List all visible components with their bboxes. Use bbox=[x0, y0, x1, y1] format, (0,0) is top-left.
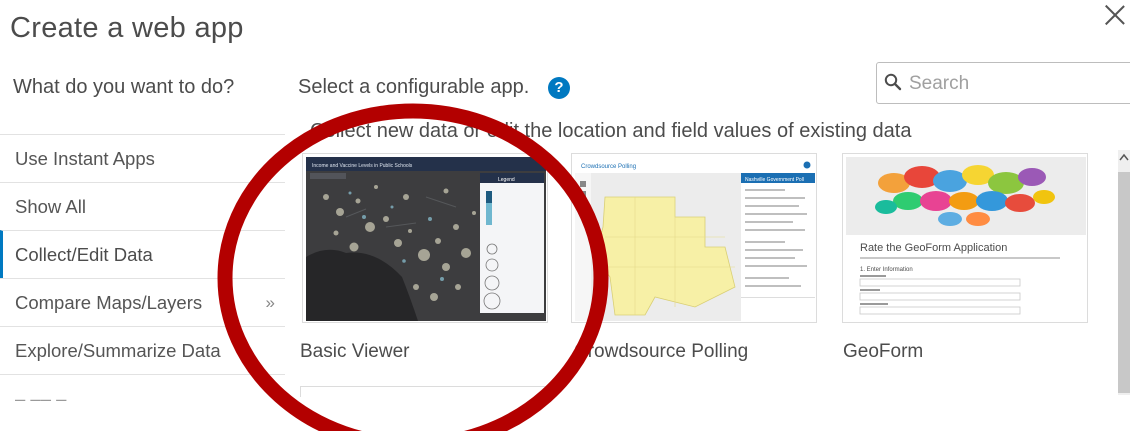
sidebar-item-explore-summarize-data[interactable]: Explore/Summarize Data bbox=[0, 326, 285, 374]
sidebar-item-use-instant-apps[interactable]: Use Instant Apps bbox=[0, 134, 285, 182]
sidebar-item-show-all[interactable]: Show All bbox=[0, 182, 285, 230]
thumb-header: Crowdsource Polling bbox=[581, 164, 636, 170]
sidebar-question: What do you want to do? bbox=[13, 76, 235, 98]
sidebar-item-compare-maps-layers[interactable]: Compare Maps/Layers » bbox=[0, 278, 285, 326]
sidebar-item-collect-edit-data[interactable]: Collect/Edit Data bbox=[0, 230, 285, 278]
thumb-step: 1. Enter Information bbox=[860, 267, 913, 273]
thumb-heading: Rate the GeoForm Application bbox=[860, 242, 1007, 254]
dialog-title: Create a web app bbox=[10, 12, 244, 44]
app-card-name: GeoForm bbox=[843, 341, 924, 362]
sidebar-item-label: Show All bbox=[15, 196, 86, 217]
thumb-panel-title: Nashville Government Poll bbox=[745, 177, 804, 183]
sidebar-item-label: Explore/Summarize Data bbox=[15, 340, 221, 361]
category-heading: Collect new data or edit the location an… bbox=[310, 120, 912, 142]
search-box[interactable] bbox=[876, 62, 1130, 104]
thumb-header: Income and Vaccine Levels in Public Scho… bbox=[312, 163, 413, 169]
scrollbar-thumb[interactable] bbox=[1118, 172, 1130, 393]
scroll-up-icon[interactable] bbox=[1119, 152, 1129, 164]
app-card-name: Basic Viewer bbox=[300, 341, 410, 362]
sidebar-item-label: ‒ ‒‒ ‒ bbox=[15, 388, 67, 409]
app-card-crowdsource-polling[interactable]: Crowdsource Polling Nashville Government… bbox=[571, 153, 817, 323]
app-card-basic-viewer[interactable]: Income and Vaccine Levels in Public Scho… bbox=[302, 153, 548, 323]
help-icon[interactable]: ? bbox=[548, 77, 570, 99]
app-card-geoform[interactable]: Rate the GeoForm Application 1. Enter In… bbox=[842, 153, 1088, 323]
sidebar-item-label: Compare Maps/Layers bbox=[15, 292, 203, 313]
chevron-right-icon: » bbox=[265, 293, 275, 312]
sidebar: Use Instant Apps Show All Collect/Edit D… bbox=[0, 134, 286, 431]
geoform-thumbnail: Rate the GeoForm Application 1. Enter In… bbox=[846, 157, 1086, 321]
crowdsource-polling-thumbnail: Crowdsource Polling Nashville Government… bbox=[575, 157, 815, 321]
app-card-partial[interactable] bbox=[300, 386, 548, 397]
close-icon[interactable] bbox=[1102, 2, 1128, 28]
search-input[interactable] bbox=[907, 69, 1130, 99]
app-card-name: Crowdsource Polling bbox=[574, 341, 749, 362]
basic-viewer-thumbnail: Income and Vaccine Levels in Public Scho… bbox=[306, 157, 546, 321]
select-app-label: Select a configurable app. bbox=[298, 76, 530, 98]
sidebar-item-label: Collect/Edit Data bbox=[15, 244, 153, 265]
thumb-legend-title: Legend bbox=[498, 177, 515, 183]
search-icon bbox=[884, 73, 902, 91]
sidebar-item-label: Use Instant Apps bbox=[15, 148, 155, 169]
sidebar-item-more[interactable]: ‒ ‒‒ ‒ bbox=[0, 374, 285, 422]
